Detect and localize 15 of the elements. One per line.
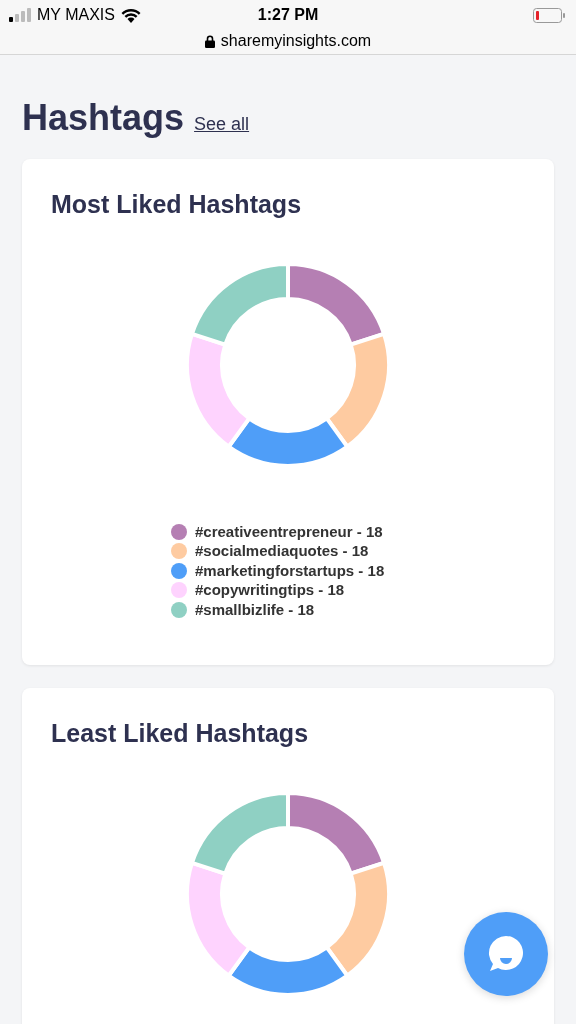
lock-icon — [204, 34, 215, 48]
legend-label: #smallbizlife - 18 — [195, 599, 315, 620]
battery-icon — [533, 7, 565, 23]
legend-label: #copywritingtips - 18 — [195, 580, 345, 600]
carrier-name: MY MAXIS — [37, 5, 115, 25]
url-text[interactable]: sharemyinsights.com — [220, 29, 372, 53]
wifi-icon — [120, 7, 141, 23]
see-all-link[interactable]: See all — [194, 111, 250, 138]
legend-label: #marketingforstartups - 18 — [195, 560, 385, 581]
clock-time: 1:27 PM — [257, 5, 319, 25]
card-title: Least Liked Hashtags — [51, 718, 310, 748]
legend-label: #socialmediaquotes - 18 — [195, 541, 369, 561]
page-title: Hashtags — [22, 96, 185, 140]
card-title: Most Liked Hashtags — [51, 189, 303, 219]
legend-label: #creativeentrepreneur - 18 — [195, 521, 383, 542]
